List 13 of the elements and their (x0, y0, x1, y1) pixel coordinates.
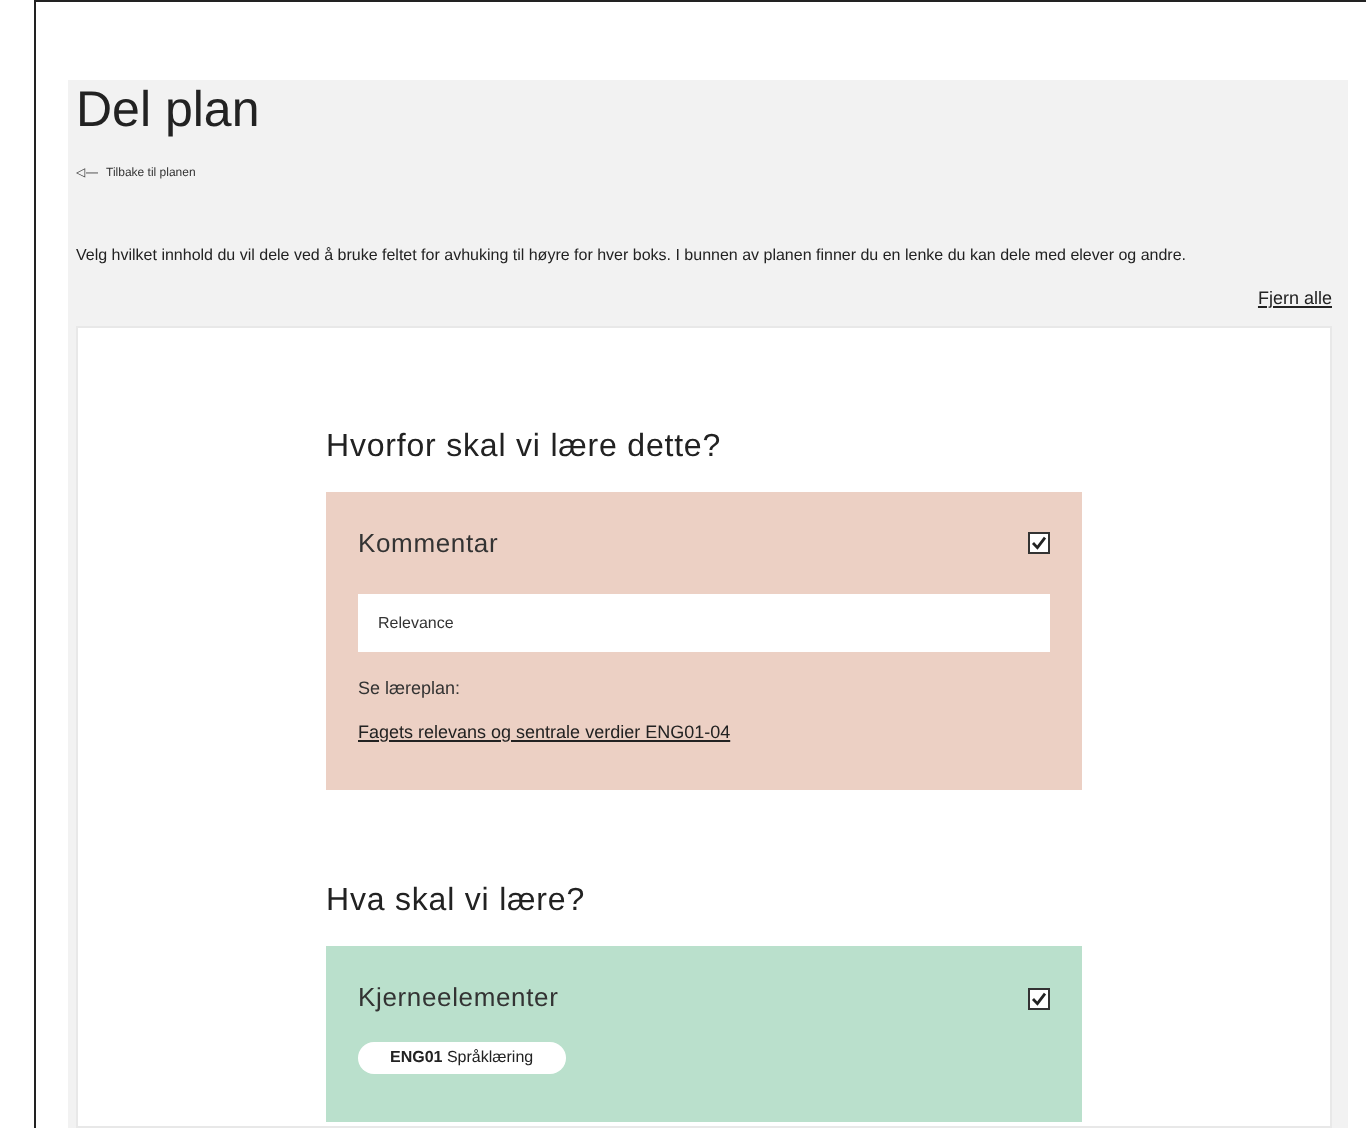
instructions-text: Velg hvilket innhold du vil dele ved å bruke feltet for avhuking til høyre for hver boks. I bunnen av planen finner du en lenke du kan dele med elever og andre. (76, 244, 1187, 269)
section-heading: Hvorfor skal vi lære dette? (326, 427, 722, 468)
curriculum-link[interactable]: Fagets relevans og sentrale verdier ENG01-04 (358, 719, 731, 747)
box-title: Kjerneelementer (358, 980, 559, 1017)
remove-all-link[interactable]: Fjern alle (1257, 286, 1332, 314)
checkbox[interactable] (1028, 532, 1050, 554)
comment-field[interactable]: Relevance (358, 594, 1050, 653)
checkbox[interactable] (1028, 987, 1050, 1009)
box-title: Kommentar (358, 525, 499, 562)
page-title: Del plan (76, 80, 260, 142)
see-label: Se læreplan: (358, 676, 461, 703)
section-heading: Hva skal vi lære? (326, 882, 586, 923)
element-tag: ENG01 Språklæring (358, 1041, 566, 1074)
